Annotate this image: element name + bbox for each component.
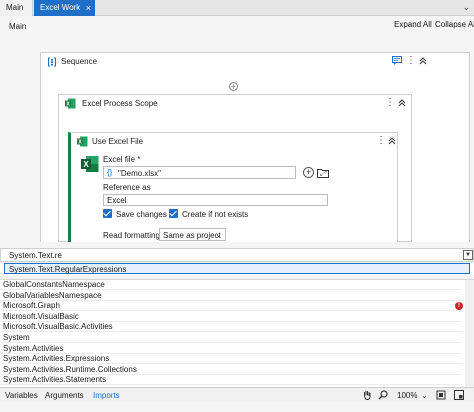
import-search-value: System.Text.re xyxy=(9,251,62,260)
zoom-level[interactable]: 100% xyxy=(397,391,417,400)
excel-process-scope-header: X Excel Process Scope ⋮ xyxy=(59,95,411,111)
folder-icon[interactable] xyxy=(317,168,329,178)
hand-pan-icon[interactable] xyxy=(362,390,372,400)
import-search-input[interactable]: System.Text.re ▼ xyxy=(0,248,474,262)
more-options-icon[interactable]: ⋮ xyxy=(385,97,395,109)
excel-file-input[interactable]: {} "Demo.xlsx" ⤢ xyxy=(103,166,326,179)
expand-all-button[interactable]: Expand All xyxy=(394,20,432,29)
import-name: Microsoft.VisualBasic xyxy=(3,311,79,321)
sequence-header: Sequence ⋮ xyxy=(41,53,469,69)
document-tab-strip: Main Excel Work × ⌄ xyxy=(0,0,474,16)
list-item[interactable]: System.Activities.Statements xyxy=(0,375,462,386)
sequence-title: Sequence xyxy=(61,57,98,66)
create-if-not-exists-checkbox[interactable] xyxy=(169,209,178,218)
more-options-icon[interactable]: ⋮ xyxy=(376,135,386,147)
list-item[interactable]: Microsoft.VisualBasic.Activities xyxy=(0,322,462,333)
use-excel-file-header: X Use Excel File ⋮ xyxy=(71,133,397,149)
designer-header: Main Expand All Collapse All xyxy=(0,16,474,36)
list-item[interactable]: Microsoft.Graph ! xyxy=(0,301,463,312)
sequence-icon xyxy=(48,57,56,67)
designer-bottom-bar: Variables Arguments Imports 100% ⌄ xyxy=(0,387,474,402)
reference-as-value: Excel xyxy=(107,196,127,205)
save-changes-checkbox[interactable] xyxy=(103,209,112,218)
list-item[interactable]: System.Activities xyxy=(0,344,462,354)
overview-icon[interactable] xyxy=(454,390,464,400)
collapse-all-button[interactable]: Collapse All xyxy=(435,20,474,29)
designer-canvas: Sequence ⋮ + X Excel Process Scope ⋮ X U… xyxy=(0,36,474,242)
svg-text:X: X xyxy=(83,160,89,169)
reference-as-label: Reference as xyxy=(103,183,151,192)
list-item[interactable]: Microsoft.VisualBasic xyxy=(0,312,462,322)
chevron-down-icon[interactable]: ⌄ xyxy=(462,0,470,14)
close-icon[interactable]: × xyxy=(86,0,91,16)
import-name: System.Activities.Statements xyxy=(3,375,107,385)
more-options-icon[interactable]: ⋮ xyxy=(406,55,416,67)
imports-scrollbar[interactable] xyxy=(465,280,474,387)
tab-imports[interactable]: Imports xyxy=(93,391,120,400)
list-item[interactable]: System.Activities.Expressions xyxy=(0,354,462,365)
import-name: System.Activities.Expressions xyxy=(3,354,110,364)
collapse-icon[interactable] xyxy=(418,55,428,67)
excel-file-label-text: Excel file xyxy=(103,155,136,164)
collapse-icon[interactable] xyxy=(387,135,397,147)
save-changes-label: Save changes xyxy=(116,210,167,219)
excel-file-value: "Demo.xlsx" xyxy=(118,169,162,178)
reference-as-input[interactable]: Excel xyxy=(103,194,328,206)
import-name: Microsoft.Graph xyxy=(3,301,60,311)
suggestion-text: System.Text.RegularExpressions xyxy=(9,265,127,274)
warning-icon: ! xyxy=(455,302,463,311)
list-item[interactable]: System xyxy=(0,333,462,343)
import-name: System.Activities xyxy=(3,343,64,353)
import-suggestions: System.Text.RegularExpressions xyxy=(0,263,474,275)
tab-arguments[interactable]: Arguments xyxy=(45,391,84,400)
tab-main[interactable]: Main xyxy=(0,0,33,16)
list-item[interactable]: GlobalVariablesNamespace xyxy=(0,291,462,301)
search-icon[interactable] xyxy=(378,390,388,400)
use-excel-file-activity[interactable]: X Use Excel File ⋮ X Excel file * {} "De… xyxy=(68,132,398,242)
import-name: System.Activities.Runtime.Collections xyxy=(3,364,137,374)
chevron-down-icon[interactable]: ⌄ xyxy=(421,391,428,400)
read-formatting-label: Read formatting xyxy=(103,231,160,240)
create-if-not-exists-label: Create if not exists xyxy=(182,210,249,219)
expression-braces-icon: {} xyxy=(107,168,113,177)
list-item[interactable]: System.Activities.Runtime.Collections xyxy=(0,365,462,375)
breadcrumb[interactable]: Main xyxy=(9,22,26,31)
chevron-down-icon: ⌄ xyxy=(215,230,222,239)
annotation-icon[interactable] xyxy=(392,56,402,65)
tab-excel-work-label: Excel Work xyxy=(40,3,81,12)
import-name: Microsoft.VisualBasic.Activities xyxy=(3,322,113,332)
tab-variables[interactable]: Variables xyxy=(5,391,38,400)
read-formatting-value: Same as project xyxy=(163,231,221,240)
excel-icon: X xyxy=(77,136,88,147)
bottom-strip xyxy=(0,402,474,412)
import-name: GlobalVariablesNamespace xyxy=(3,290,102,300)
plus-icon[interactable]: + xyxy=(303,167,314,178)
excel-file-icon: X xyxy=(81,156,99,172)
required-marker: * xyxy=(137,155,141,164)
import-name: System xyxy=(3,333,30,342)
fit-to-screen-icon[interactable] xyxy=(436,390,446,400)
read-formatting-select[interactable]: Same as project ⌄ xyxy=(159,228,226,241)
excel-process-scope-title: Excel Process Scope xyxy=(82,99,158,108)
use-excel-file-title: Use Excel File xyxy=(92,137,144,146)
collapse-icon[interactable] xyxy=(397,97,407,109)
tab-excel-work[interactable]: Excel Work × xyxy=(34,0,95,16)
excel-file-label: Excel file * xyxy=(103,155,140,164)
suggestion-item[interactable]: System.Text.RegularExpressions xyxy=(4,263,470,274)
import-name: GlobalConstantsNamespace xyxy=(3,280,105,289)
list-item[interactable]: GlobalConstantsNamespace xyxy=(0,280,462,290)
add-activity-icon[interactable]: + xyxy=(229,82,238,91)
imports-list: GlobalConstantsNamespace GlobalVariables… xyxy=(0,279,474,387)
excel-icon: X xyxy=(65,98,76,109)
dropdown-arrow-icon[interactable]: ▼ xyxy=(463,250,473,260)
